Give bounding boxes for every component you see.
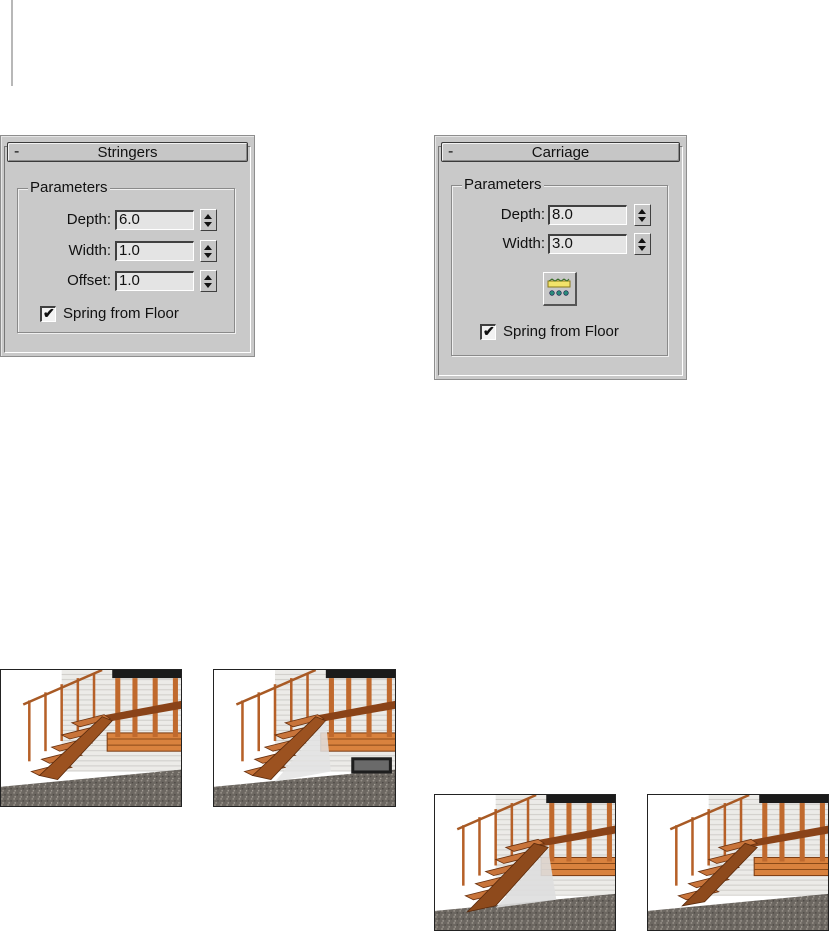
spinner-up-icon[interactable] (638, 238, 646, 243)
width-spinner[interactable] (200, 240, 217, 262)
stair-render-stringers-spring-on (213, 669, 396, 807)
carriage-pivot-icon (547, 278, 571, 296)
stair-render-stringers-spring-off (0, 669, 182, 807)
checkbox-label: Spring from Floor (63, 305, 179, 322)
spinner-down-icon[interactable] (204, 222, 212, 227)
depth-spinner[interactable] (634, 204, 651, 226)
width-row: Width: (41, 240, 111, 262)
rollout-title: Stringers (97, 144, 158, 161)
group-label: Parameters (28, 179, 110, 197)
carriage-rollout-header[interactable]: - Carriage (441, 142, 680, 162)
checkbox-box[interactable]: ✔ (480, 323, 496, 340)
stringers-rollout: - Stringers Parameters Depth: 6.0 Width:… (0, 135, 255, 357)
spinner-up-icon[interactable] (638, 209, 646, 214)
group-label: Parameters (462, 176, 544, 194)
width-field[interactable]: 1.0 (115, 241, 194, 261)
margin-rule (11, 0, 13, 86)
spinner-down-icon[interactable] (638, 217, 646, 222)
carriage-rollout: - Carriage Parameters Depth: 8.0 Width: … (434, 135, 687, 380)
rollout-title: Carriage (531, 144, 590, 161)
width-spinner[interactable] (634, 233, 651, 255)
stair-render-carriage-spring-on (434, 794, 616, 931)
spinner-down-icon[interactable] (204, 253, 212, 258)
checkbox-box[interactable]: ✔ (40, 305, 56, 322)
spring-from-floor-checkbox[interactable]: ✔ Spring from Floor (40, 305, 210, 325)
offset-label: Offset: (67, 272, 111, 289)
depth-row: Depth: (41, 209, 111, 231)
depth-field[interactable]: 8.0 (548, 205, 627, 225)
depth-field[interactable]: 6.0 (115, 210, 194, 230)
stair-render-carriage-spring-off (647, 794, 829, 931)
width-label: Width: (68, 242, 111, 259)
width-field[interactable]: 3.0 (548, 234, 627, 254)
depth-spinner[interactable] (200, 209, 217, 231)
checkmark-icon: ✔ (43, 305, 55, 321)
offset-row: Offset: (41, 270, 111, 292)
depth-label: Depth: (500, 206, 545, 223)
spring-from-floor-checkbox[interactable]: ✔ Spring from Floor (480, 323, 650, 343)
depth-label: Depth: (66, 211, 111, 228)
spinner-down-icon[interactable] (638, 246, 646, 251)
spinner-down-icon[interactable] (204, 283, 212, 288)
depth-row: Depth: (475, 204, 545, 226)
spinner-up-icon[interactable] (204, 275, 212, 280)
carriage-pivot-button[interactable] (543, 272, 577, 306)
checkmark-icon: ✔ (483, 323, 495, 339)
width-label: Width: (502, 235, 545, 252)
offset-field[interactable]: 1.0 (115, 271, 194, 291)
stringers-rollout-header[interactable]: - Stringers (7, 142, 248, 162)
checkbox-label: Spring from Floor (503, 323, 619, 340)
spinner-up-icon[interactable] (204, 245, 212, 250)
spinner-up-icon[interactable] (204, 214, 212, 219)
offset-spinner[interactable] (200, 270, 217, 292)
width-row: Width: (475, 233, 545, 255)
